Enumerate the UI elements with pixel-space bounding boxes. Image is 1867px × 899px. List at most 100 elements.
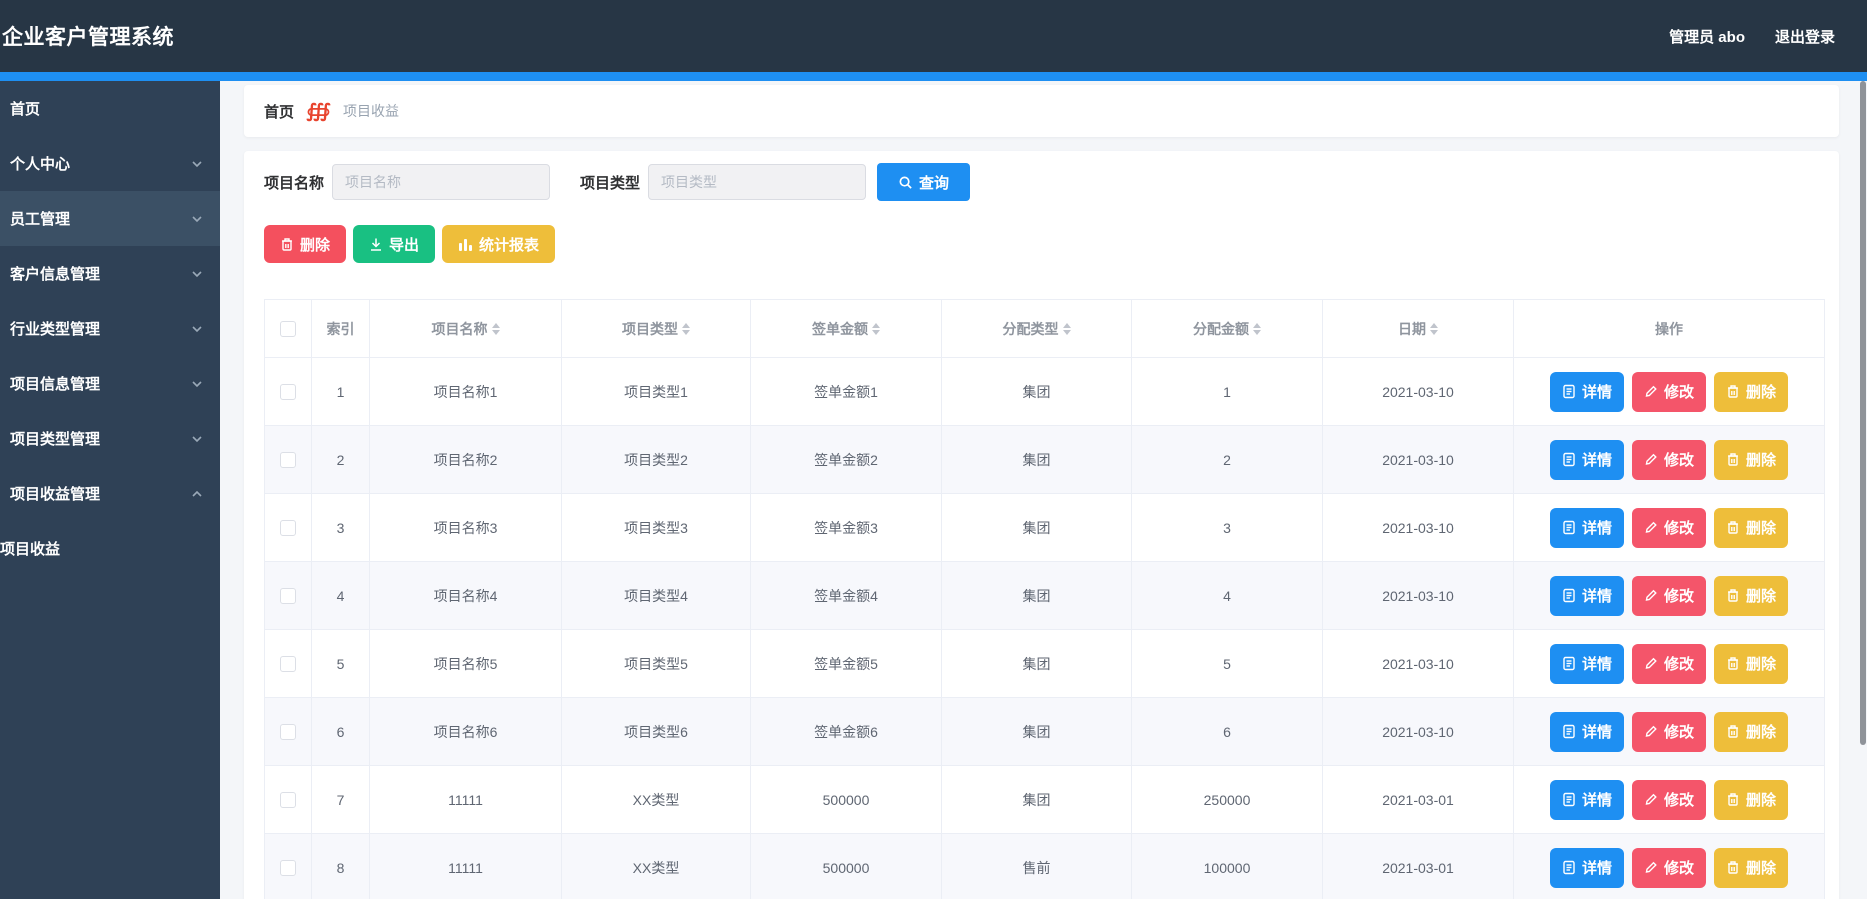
sort-icon[interactable] — [491, 322, 500, 335]
column-header-project-type[interactable]: 项目类型 — [561, 299, 751, 358]
row-checkbox[interactable] — [280, 452, 296, 469]
edit-button[interactable]: 修改 — [1631, 711, 1706, 752]
row-delete-button[interactable]: 删除 — [1714, 507, 1789, 548]
document-icon — [1563, 520, 1575, 535]
edit-button[interactable]: 修改 — [1631, 439, 1706, 480]
row-date: 2021-03-10 — [1322, 493, 1514, 562]
row-delete-button[interactable]: 删除 — [1714, 643, 1789, 684]
row-delete-button[interactable]: 删除 — [1714, 711, 1789, 752]
row-select-cell — [264, 833, 312, 899]
column-header-project-name[interactable]: 项目名称 — [369, 299, 562, 358]
chevron-down-icon — [192, 380, 202, 387]
logout-link[interactable]: 退出登录 — [1775, 26, 1835, 47]
edit-button[interactable]: 修改 — [1631, 507, 1706, 548]
delete-button[interactable]: 删除 — [264, 225, 347, 263]
document-icon — [1563, 724, 1575, 739]
row-alloc-type: 集团 — [941, 697, 1132, 766]
sidebar-item-label: 行业类型管理 — [10, 321, 101, 338]
column-header-alloc-type[interactable]: 分配类型 — [941, 299, 1132, 358]
row-checkbox[interactable] — [280, 384, 296, 401]
sort-icon[interactable] — [1062, 322, 1071, 335]
project-type-input[interactable] — [648, 164, 867, 200]
row-delete-button[interactable]: 删除 — [1714, 439, 1789, 480]
row-index: 4 — [311, 561, 370, 630]
detail-button[interactable]: 详情 — [1549, 643, 1624, 684]
column-header-alloc-amount[interactable]: 分配金额 — [1131, 299, 1323, 358]
current-user[interactable]: 管理员 abo — [1669, 26, 1745, 47]
trash-icon — [1728, 521, 1738, 534]
row-date: 2021-03-01 — [1322, 833, 1514, 899]
detail-button[interactable]: 详情 — [1549, 575, 1624, 616]
sidebar-item-home[interactable]: 首页 — [0, 81, 220, 136]
row-select-cell — [264, 425, 312, 494]
detail-button[interactable]: 详情 — [1549, 371, 1624, 412]
edit-button[interactable]: 修改 — [1631, 371, 1706, 412]
row-checkbox[interactable] — [280, 860, 296, 877]
column-header-actions: 操作 — [1513, 299, 1825, 358]
export-button[interactable]: 导出 — [353, 225, 436, 263]
row-actions: 详情 修改 删除 — [1513, 493, 1825, 562]
select-all-checkbox[interactable] — [280, 321, 296, 338]
pencil-icon — [1645, 385, 1657, 397]
row-sign-amount: 签单金额2 — [750, 425, 942, 494]
edit-button[interactable]: 修改 — [1631, 575, 1706, 616]
project-name-label: 项目名称 — [264, 174, 325, 192]
table-row: 8 11111 XX类型 500000 售前 100000 2021-03-01… — [264, 833, 1825, 899]
sidebar-item-customer-info-mgmt[interactable]: 客户信息管理 — [0, 246, 220, 301]
row-alloc-amount: 4 — [1131, 561, 1323, 630]
chevron-up-icon — [192, 490, 202, 497]
sidebar-item-industry-type-mgmt[interactable]: 行业类型管理 — [0, 301, 220, 356]
sort-icon[interactable] — [872, 322, 880, 335]
row-checkbox[interactable] — [280, 520, 296, 537]
detail-button[interactable]: 详情 — [1549, 711, 1624, 752]
row-delete-button[interactable]: 删除 — [1714, 779, 1789, 820]
accent-strip — [0, 72, 1867, 81]
sidebar-item-employee-mgmt[interactable]: 员工管理 — [0, 191, 220, 246]
table-row: 2 项目名称2 项目类型2 签单金额2 集团 2 2021-03-10 详情 修… — [264, 425, 1825, 494]
row-project-type: XX类型 — [561, 833, 751, 899]
report-button[interactable]: 统计报表 — [442, 225, 556, 263]
row-checkbox[interactable] — [280, 588, 296, 605]
chevron-down-icon — [192, 160, 202, 167]
query-button[interactable]: 查询 — [877, 163, 971, 201]
sidebar-subitem-project-revenue[interactable]: 项目收益 — [0, 521, 220, 576]
sidebar-item-project-revenue-mgmt[interactable]: 项目收益管理 — [0, 466, 220, 521]
sort-icon[interactable] — [1253, 322, 1261, 335]
row-checkbox[interactable] — [280, 724, 296, 741]
row-actions: 详情 修改 删除 — [1513, 629, 1825, 698]
edit-button[interactable]: 修改 — [1631, 643, 1706, 684]
row-project-type: 项目类型2 — [561, 425, 751, 494]
detail-button[interactable]: 详情 — [1549, 439, 1624, 480]
row-alloc-amount: 250000 — [1131, 765, 1323, 834]
table-row: 7 11111 XX类型 500000 集团 250000 2021-03-01… — [264, 765, 1825, 834]
row-delete-button[interactable]: 删除 — [1714, 575, 1789, 616]
row-project-name: 11111 — [369, 833, 562, 899]
column-header-sign-amount[interactable]: 签单金额 — [750, 299, 942, 358]
sort-icon[interactable] — [682, 322, 690, 335]
detail-button[interactable]: 详情 — [1549, 847, 1624, 888]
sidebar-item-project-info-mgmt[interactable]: 项目信息管理 — [0, 356, 220, 411]
row-checkbox[interactable] — [280, 656, 296, 673]
edit-button[interactable]: 修改 — [1631, 779, 1706, 820]
row-date: 2021-03-10 — [1322, 425, 1514, 494]
row-index: 8 — [311, 833, 370, 899]
row-checkbox[interactable] — [280, 792, 296, 809]
column-header-index: 索引 — [311, 299, 370, 358]
row-delete-button[interactable]: 删除 — [1714, 371, 1789, 412]
document-icon — [1563, 588, 1575, 603]
detail-button[interactable]: 详情 — [1549, 779, 1624, 820]
toolbar: 删除 导出 统计报表 — [264, 225, 1825, 263]
project-type-label: 项目类型 — [580, 174, 641, 192]
row-project-name: 项目名称4 — [369, 561, 562, 630]
sort-icon[interactable] — [1430, 322, 1438, 335]
sidebar-item-project-type-mgmt[interactable]: 项目类型管理 — [0, 411, 220, 466]
detail-button[interactable]: 详情 — [1549, 507, 1624, 548]
table-row: 3 项目名称3 项目类型3 签单金额3 集团 3 2021-03-10 详情 修… — [264, 493, 1825, 562]
scrollbar-thumb[interactable] — [1860, 81, 1866, 745]
breadcrumb-home[interactable]: 首页 — [264, 101, 294, 122]
sidebar-item-personal-center[interactable]: 个人中心 — [0, 136, 220, 191]
edit-button[interactable]: 修改 — [1631, 847, 1706, 888]
row-delete-button[interactable]: 删除 — [1714, 847, 1789, 888]
column-header-date[interactable]: 日期 — [1322, 299, 1514, 358]
project-name-input[interactable] — [332, 164, 551, 200]
